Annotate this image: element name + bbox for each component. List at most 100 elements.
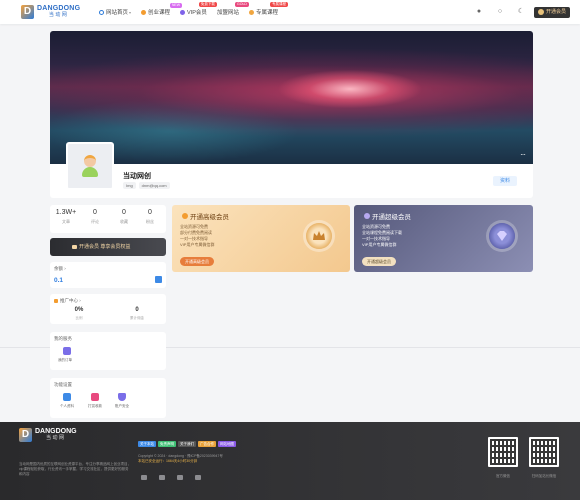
profile-info-button[interactable]: 资料 bbox=[493, 176, 517, 186]
qr-label: 官方微信 bbox=[496, 474, 510, 478]
chevron-down-icon: ▾ bbox=[129, 9, 132, 15]
avatar bbox=[537, 9, 544, 15]
promotion-card: 推广中心 › 0% 比例 0 累计佣金 bbox=[50, 294, 166, 324]
nav-courses[interactable]: 创业课程 NEW bbox=[141, 3, 183, 16]
footer-logo-en: DANGDONG bbox=[35, 428, 77, 435]
setting-reward[interactable]: 打赏收款 bbox=[84, 393, 106, 409]
nav-label: VIP会员 bbox=[187, 10, 207, 16]
nav-badge: GOLD bbox=[235, 2, 249, 7]
vip-feature: VIP用户专属微信群 bbox=[180, 242, 215, 247]
open-advanced-vip-button[interactable]: 开通高级会员 bbox=[180, 257, 214, 266]
qr-code-admin bbox=[529, 437, 559, 467]
notification-icon[interactable]: ● bbox=[473, 6, 485, 18]
settings-title: 功能设置 bbox=[54, 382, 72, 387]
logo-text-en: DANGDONG bbox=[37, 5, 81, 12]
gift-icon bbox=[91, 393, 99, 401]
moon-icon[interactable]: ☾ bbox=[515, 6, 527, 18]
qq-icon[interactable] bbox=[159, 475, 165, 480]
vip-card-features: 全站资源可免费 全站课程免费阅读下载 一对一技术指导 VIP用户专属微信群 bbox=[362, 224, 402, 248]
footer-link[interactable]: 广告合作 bbox=[198, 441, 216, 447]
diamond-icon bbox=[489, 223, 515, 249]
nav-badge: 免费下载 bbox=[198, 2, 217, 7]
stat-favorites[interactable]: 0 收藏 bbox=[110, 209, 138, 225]
nav-vip[interactable]: VIP会员 免费下载 bbox=[180, 2, 217, 16]
balance-title: 余额 › bbox=[54, 266, 66, 271]
user-vip-button[interactable]: 开通会员 bbox=[533, 6, 570, 18]
site-logo[interactable]: D DANGDONG 当动网 bbox=[21, 5, 80, 19]
home-icon bbox=[99, 9, 104, 15]
footer-link[interactable]: 网站地图 bbox=[218, 441, 236, 447]
nav-label: 加盟网站 bbox=[216, 10, 239, 16]
open-super-vip-button[interactable]: 开通超级会员 bbox=[362, 257, 396, 266]
vip-card-title: 开通超级会员 bbox=[364, 211, 411, 221]
profile-card bbox=[50, 164, 533, 198]
stats-card: 1.3W+ 文章 0 评论 0 收藏 0 粉丝 bbox=[50, 205, 166, 233]
weibo-icon[interactable] bbox=[177, 475, 183, 480]
stat-value: 0 bbox=[122, 209, 126, 216]
qr-label: 扫码加站长微信 bbox=[531, 474, 557, 478]
profile-name: 当动网创 bbox=[123, 173, 151, 180]
vip-badge-icon bbox=[364, 213, 370, 219]
balance-value: 0.1 bbox=[54, 277, 64, 284]
footer-link[interactable]: 关于我们 bbox=[178, 441, 196, 447]
vip-badge-icon bbox=[182, 213, 188, 219]
footer-link[interactable]: 免责声明 bbox=[158, 441, 176, 447]
nav-badge: 专属课程 bbox=[269, 2, 288, 7]
logo-mark-icon: D bbox=[19, 428, 32, 442]
top-header: D DANGDONG 当动网 网站首页 ▾ 创业课程 NEW VIP会员 免费下… bbox=[0, 0, 580, 24]
promo-ratio-value: 0% bbox=[74, 307, 84, 313]
special-icon bbox=[248, 9, 254, 15]
profile-avatar[interactable] bbox=[66, 142, 114, 190]
profile-tags: Img dnm@qq.com bbox=[123, 182, 173, 189]
wallet-icon[interactable] bbox=[155, 276, 162, 283]
vip-feature: VIP用户专属微信群 bbox=[362, 242, 397, 247]
footer-logo-cn: 当动网 bbox=[46, 435, 66, 441]
profile-tag: Img bbox=[123, 182, 136, 189]
services-title: 我的服务 bbox=[54, 336, 72, 341]
promotion-title[interactable]: 推广中心 › bbox=[54, 298, 81, 304]
promo-ratio-label: 比例 bbox=[75, 316, 83, 320]
main-nav: 网站首页 ▾ 创业课程 NEW VIP会员 免费下载 加盟网站 GOLD 专属课… bbox=[99, 0, 288, 24]
orders-icon bbox=[63, 347, 71, 355]
stat-label: 粉丝 bbox=[146, 219, 154, 224]
vip-card-title-text: 开通超级会员 bbox=[372, 214, 411, 221]
setting-label: 账户安全 bbox=[115, 404, 129, 408]
crown-icon bbox=[72, 245, 77, 249]
nav-label: 创业课程 bbox=[148, 10, 171, 16]
vip-card-title-text: 开通高级会员 bbox=[190, 214, 229, 221]
stat-posts[interactable]: 1.3W+ 文章 bbox=[52, 209, 80, 225]
vip-card-title: 开通高级会员 bbox=[182, 211, 229, 221]
shield-icon bbox=[118, 393, 126, 401]
services-card: 我的服务 我的订单 bbox=[50, 332, 166, 370]
footer-logo[interactable]: D DANGDONG 当动网 bbox=[19, 428, 77, 442]
site-footer: D DANGDONG 当动网 当动网是国内优质的互联网创业资源平台，专注分享精品… bbox=[0, 422, 580, 500]
stat-label: 文章 bbox=[62, 219, 70, 224]
service-orders[interactable]: 我的订单 bbox=[58, 347, 75, 363]
more-icon[interactable]: ··· bbox=[520, 151, 526, 159]
profile-cover: ··· bbox=[50, 31, 533, 164]
nav-join[interactable]: 加盟网站 GOLD bbox=[216, 2, 249, 16]
balance-card[interactable]: 余额 › 0.1 bbox=[50, 262, 166, 288]
footer-link[interactable]: 关于本站 bbox=[138, 441, 156, 447]
stat-fans[interactable]: 0 粉丝 bbox=[136, 209, 164, 225]
profile-tag: dnm@qq.com bbox=[138, 182, 170, 189]
vip-promo-label: 开通会员 尊享会员权益 bbox=[79, 244, 131, 250]
setting-label: 个人资料 bbox=[60, 404, 74, 408]
service-label: 我的订单 bbox=[58, 358, 72, 362]
footer-uptime: 本站已安全运行：1664天4小时30分钟 bbox=[138, 459, 198, 463]
search-icon[interactable]: ○ bbox=[494, 6, 506, 18]
setting-profile[interactable]: 个人资料 bbox=[56, 393, 78, 409]
nav-home[interactable]: 网站首页 ▾ bbox=[99, 8, 131, 16]
email-icon[interactable] bbox=[195, 475, 201, 480]
setting-security[interactable]: 账户安全 bbox=[111, 393, 133, 409]
nav-label: 专属课程 bbox=[255, 10, 278, 16]
vip-promo-bar[interactable]: 开通会员 尊享会员权益 bbox=[50, 238, 166, 256]
logo-text-cn: 当动网 bbox=[48, 12, 69, 18]
wechat-icon[interactable] bbox=[141, 475, 147, 480]
stat-comments[interactable]: 0 评论 bbox=[81, 209, 109, 225]
stat-value: 0 bbox=[93, 209, 97, 216]
user-icon bbox=[63, 393, 71, 401]
stat-label: 收藏 bbox=[120, 219, 128, 224]
course-icon bbox=[141, 9, 147, 15]
nav-special[interactable]: 专属课程 专属课程 bbox=[248, 2, 288, 16]
